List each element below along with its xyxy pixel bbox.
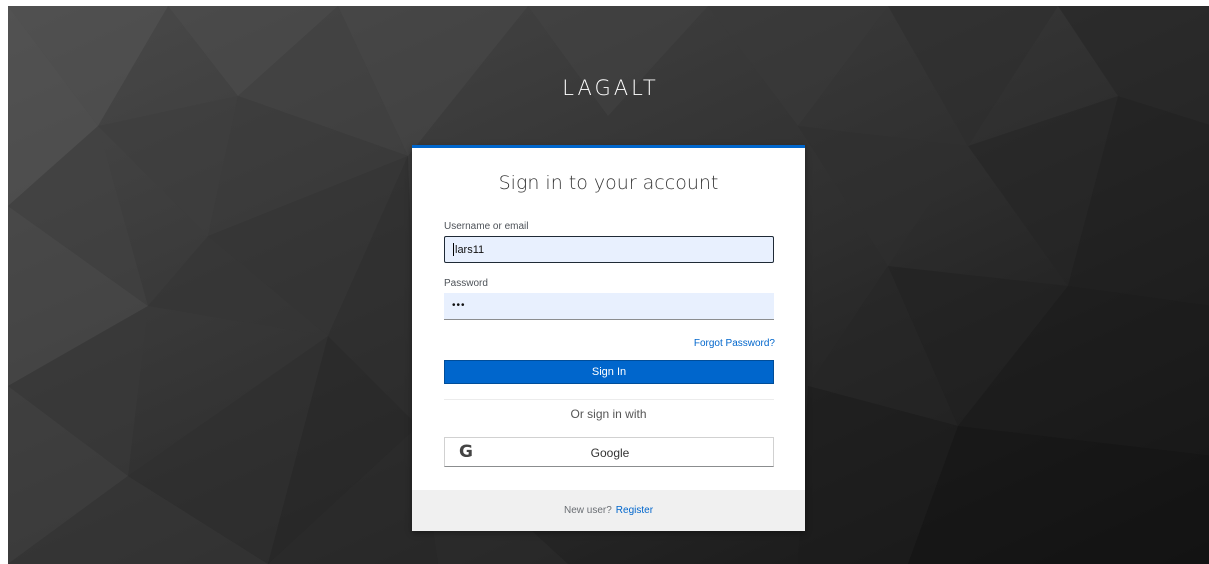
- password-label: Password: [444, 278, 488, 289]
- password-input[interactable]: •••: [444, 293, 774, 320]
- brand-title: LAGALT: [562, 76, 659, 100]
- forgot-password-link[interactable]: Forgot Password?: [694, 338, 775, 349]
- card-title: Sign in to your account: [498, 172, 719, 194]
- social-divider-text: Or sign in with: [570, 407, 647, 421]
- username-value: lars11: [455, 244, 485, 256]
- google-button-label: Google: [590, 446, 630, 460]
- login-card: Sign in to your account Username or emai…: [412, 145, 805, 531]
- divider: [444, 399, 774, 400]
- sign-in-button[interactable]: Sign In: [444, 360, 774, 384]
- username-label: Username or email: [444, 221, 529, 232]
- new-user-text: New user?: [563, 505, 612, 516]
- login-page: LAGALT Sign in to your account Username …: [8, 6, 1209, 564]
- password-value: •••: [452, 300, 466, 311]
- card-footer: New user? Register: [412, 490, 805, 531]
- username-input[interactable]: lars11: [444, 236, 774, 263]
- google-sign-in-button[interactable]: G Google: [444, 437, 774, 467]
- register-link[interactable]: Register: [616, 505, 653, 516]
- text-caret: [453, 242, 454, 256]
